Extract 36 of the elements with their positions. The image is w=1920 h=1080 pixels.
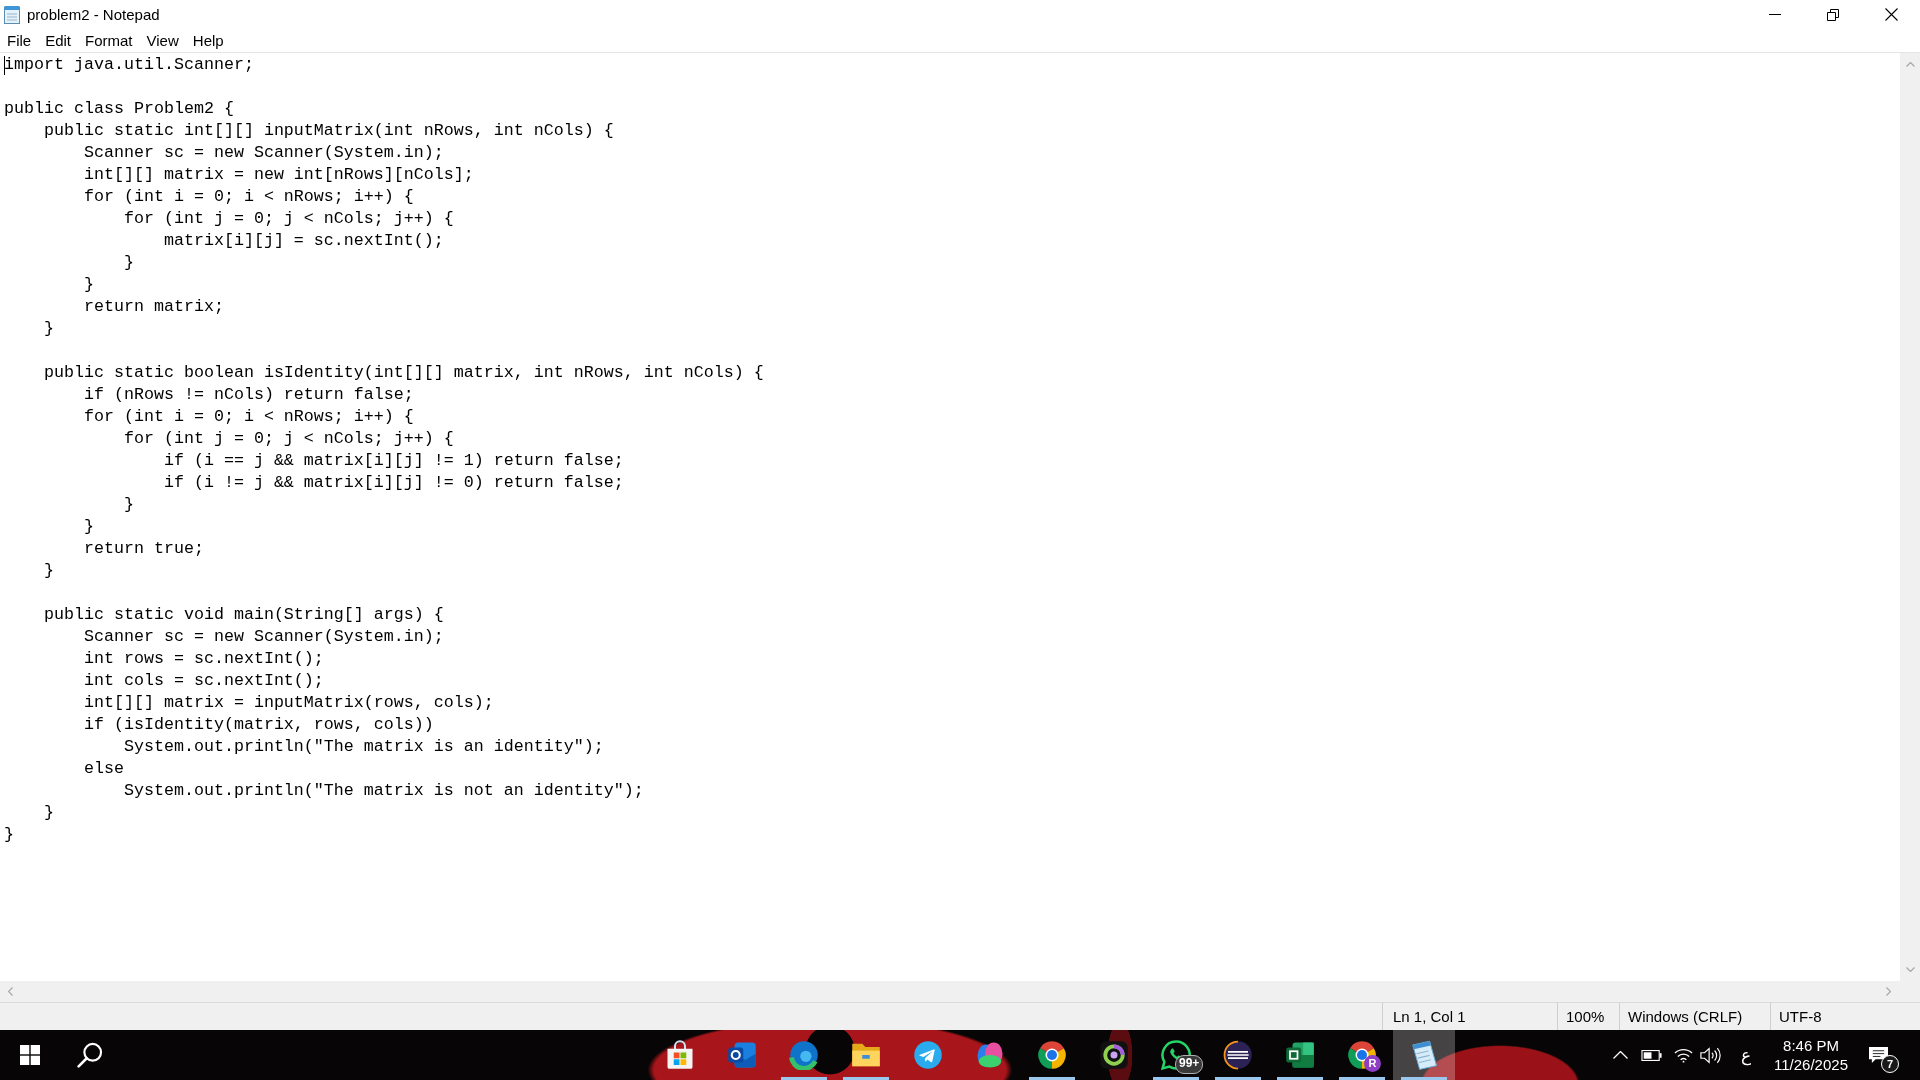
- notification-bubble-icon[interactable]: [1867, 1045, 1889, 1065]
- battery-icon[interactable]: [1640, 1049, 1662, 1061]
- wifi-icon[interactable]: [1673, 1047, 1693, 1063]
- stacked-tiles-icon: [727, 1040, 757, 1070]
- windows-logo-icon[interactable]: [20, 1045, 40, 1065]
- menu-item[interactable]: Edit: [38, 30, 79, 51]
- profile-badge: R: [1364, 1055, 1381, 1072]
- window-title: problem2 - Notepad: [27, 6, 160, 23]
- paper-plane-icon: [913, 1040, 943, 1070]
- menu-item[interactable]: View: [139, 30, 186, 51]
- notepad-icon: [1409, 1040, 1439, 1070]
- notification-count: 7: [1881, 1055, 1899, 1073]
- close-icon: [1884, 8, 1898, 21]
- menu-item[interactable]: Help: [185, 30, 231, 51]
- notepad-icon: [4, 5, 20, 24]
- minimize-icon: [1769, 14, 1781, 15]
- menu-item[interactable]: Format: [78, 30, 140, 51]
- ring-icon: [1099, 1040, 1129, 1070]
- restore-icon: [1827, 8, 1839, 21]
- taskbar-app-button[interactable]: 99+: [1145, 1030, 1207, 1080]
- clock-date[interactable]: 11/26/2025: [1774, 1055, 1848, 1074]
- notification-badge: 99+: [1175, 1055, 1204, 1074]
- striped-circle-icon: [1223, 1040, 1253, 1070]
- clock-time[interactable]: 8:46 PM: [1783, 1036, 1839, 1055]
- menu-item[interactable]: File: [0, 30, 39, 51]
- square-tiles-icon: [1285, 1040, 1315, 1070]
- speaker-icon[interactable]: [1699, 1046, 1721, 1064]
- taskbar-app-button[interactable]: R: [1331, 1030, 1393, 1080]
- taskbar-app-button[interactable]: [1393, 1030, 1455, 1080]
- input-language[interactable]: ع: [1740, 1045, 1752, 1065]
- text-editor[interactable]: import java.util.Scanner; public class Problem2 { public static int[][] inputMatrix(int nRows, int nCols) { Scanner sc = new Scanner(System.in); int[][] matrix = new int[nRows][nCols]; for (int i = 0; i < nRows; i++) { for (int j = 0; j < nCols; j++) { matrix[i][j] = sc.nextInt(); } } return matrix; } public static boolean isIdentity(int[][] matrix, int nRows, int nCols) { if (nRows != nCols) return false; for (int i = 0; i < nRows; i++) { for (int j = 0; j < nCols; j++) { if (i == j && matrix[i][j] != 1) return false; if (i != j && matrix[i][j] != 0) return false; } } return true; } public static void main(String[] args) { Scanner sc = new Scanner(System.in); int rows = sc.nextInt(); int cols = sc.nextInt(); int[][] matrix = inputMatrix(rows, cols); if (isIdentity(matrix, rows, cols)) System.out.println("The matrix is an identity"); else System.out.println("The matrix is not an identity"); } }: [0, 53, 1900, 981]
- swirl-circle-icon: [789, 1040, 819, 1070]
- shopping-bag-icon: [665, 1040, 695, 1070]
- tricolor-circle-icon: [1037, 1040, 1067, 1070]
- colorful-blob-icon: [975, 1040, 1005, 1070]
- search-icon[interactable]: [77, 1042, 103, 1068]
